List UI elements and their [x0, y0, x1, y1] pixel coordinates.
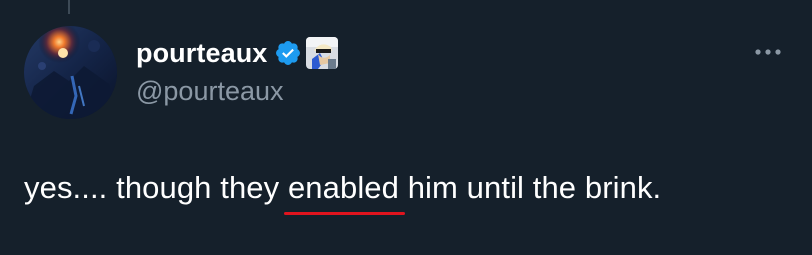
tweet-text: yes.... though they enabled him until th…	[24, 170, 662, 215]
highlighted-word: enabled	[283, 170, 405, 215]
tweet-text-before: yes.... though they	[24, 170, 288, 205]
affiliate-badge-icon[interactable]	[306, 37, 339, 69]
author-name-row: pourteaux	[136, 33, 339, 73]
thread-connector-line	[68, 0, 70, 14]
more-options-button[interactable]	[748, 40, 788, 64]
red-underline-mark	[283, 212, 405, 215]
avatar-image	[24, 26, 117, 119]
author-handle[interactable]: @pourteaux	[136, 76, 284, 107]
highlighted-word-text: enabled	[287, 170, 399, 205]
avatar[interactable]	[24, 26, 117, 119]
tweet-text-after: him until the brink.	[399, 170, 662, 205]
more-icon	[755, 49, 781, 55]
verified-badge-icon[interactable]	[274, 39, 302, 67]
author-display-name[interactable]: pourteaux	[136, 38, 267, 69]
